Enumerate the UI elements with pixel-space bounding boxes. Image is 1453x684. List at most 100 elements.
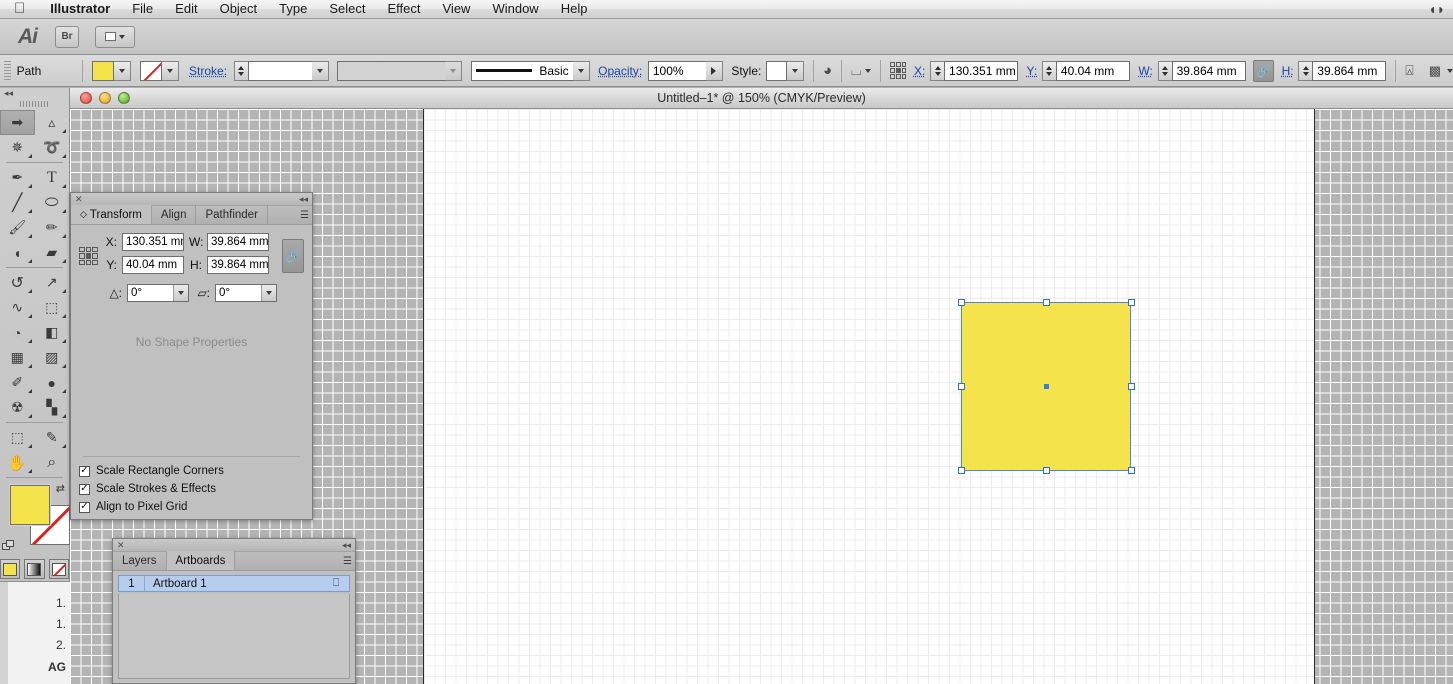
chevron-down-icon[interactable]: [261, 285, 276, 301]
option-scale-strokes-effects[interactable]: ✓ Scale Strokes & Effects: [71, 480, 312, 498]
handle-top-right[interactable]: [1128, 299, 1135, 306]
stroke-weight-label[interactable]: Stroke:: [189, 64, 227, 78]
handle-middle-right[interactable]: [1128, 383, 1135, 390]
fill-swatch[interactable]: [10, 485, 50, 525]
color-mode-button[interactable]: [0, 559, 21, 579]
tool-slice[interactable]: ✎: [35, 425, 70, 450]
handle-bottom-left[interactable]: [958, 467, 965, 474]
menu-item-edit[interactable]: Edit: [164, 0, 208, 18]
h-label[interactable]: H:: [1282, 64, 1294, 78]
graphic-style-swatch[interactable]: [766, 60, 788, 81]
fill-dropdown-button[interactable]: [114, 60, 132, 81]
graphic-style-dropdown[interactable]: [787, 60, 805, 81]
stroke-swatch-none[interactable]: [139, 60, 162, 81]
isolate-selection-icon[interactable]: ⌴: [851, 63, 861, 79]
tool-direct-selection[interactable]: ▵: [35, 110, 70, 135]
collapse-to-icons-icon[interactable]: ◂◂: [299, 194, 308, 205]
artboard-list-item[interactable]: 1 Artboard 1 ⎕: [118, 575, 350, 592]
transform-y-input[interactable]: 40.04 mm: [122, 256, 184, 274]
y-stepper[interactable]: [1041, 60, 1056, 81]
tool-perspective-grid[interactable]: ◧: [35, 320, 70, 345]
brush-dropdown[interactable]: [572, 60, 590, 81]
opacity-control[interactable]: 100%: [647, 60, 723, 81]
h-stepper[interactable]: [1298, 60, 1313, 81]
width-control[interactable]: 39.864 mm: [1157, 60, 1246, 81]
stroke-dropdown-button[interactable]: [161, 60, 179, 81]
fill-color-control[interactable]: [92, 60, 132, 81]
chevron-down-icon[interactable]: [173, 285, 188, 301]
checkbox-align-to-pixel-grid[interactable]: ✓: [79, 501, 90, 513]
menu-item-type[interactable]: Type: [268, 0, 318, 18]
tool-pencil[interactable]: ✏: [35, 215, 70, 240]
option-align-to-pixel-grid[interactable]: ✓ Align to Pixel Grid: [71, 498, 312, 516]
collapse-to-icons-icon[interactable]: ◂◂: [342, 540, 351, 551]
tool-hand[interactable]: ✋: [0, 450, 35, 475]
stroke-weight-stepper[interactable]: [233, 60, 248, 81]
checkbox-scale-strokes-effects[interactable]: ✓: [79, 483, 90, 495]
artboard-name[interactable]: Artboard 1: [145, 578, 323, 590]
opacity-label[interactable]: Opacity:: [598, 64, 642, 78]
tool-magic-wand[interactable]: ✵: [0, 135, 35, 160]
recolor-artwork-icon[interactable]: ◕: [823, 62, 832, 79]
constrain-proportions-button[interactable]: 🔗: [1253, 59, 1275, 82]
select-similar-objects-icon[interactable]: ▩: [1429, 63, 1441, 79]
tool-column-graph[interactable]: ▚: [35, 395, 70, 420]
stroke-weight-control[interactable]: [233, 60, 329, 81]
transform-w-input[interactable]: 39.864 mm: [207, 233, 269, 251]
none-mode-button[interactable]: [48, 559, 69, 579]
w-input[interactable]: 39.864 mm: [1171, 60, 1246, 81]
arrange-documents-button[interactable]: [95, 25, 135, 48]
w-label[interactable]: W:: [1138, 64, 1152, 78]
x-position-control[interactable]: 130.351 mm: [930, 60, 1019, 81]
tool-eyedropper[interactable]: ✐: [0, 370, 35, 395]
brush-preview[interactable]: Basic: [470, 60, 573, 81]
tools-grip[interactable]: [0, 98, 69, 110]
opacity-dropdown[interactable]: [705, 60, 723, 81]
handle-top-left[interactable]: [958, 299, 965, 306]
tool-type[interactable]: T: [35, 165, 70, 190]
artboard-options-icon[interactable]: ⎕: [323, 577, 349, 590]
background-document[interactable]: 1. 1. 2. AG: [0, 582, 70, 684]
default-fill-stroke-icon[interactable]: [2, 540, 15, 551]
y-input[interactable]: 40.04 mm: [1055, 60, 1130, 81]
option-scale-rectangle-corners[interactable]: ✓ Scale Rectangle Corners: [71, 462, 312, 480]
swap-fill-stroke-icon[interactable]: ⇄: [56, 482, 65, 495]
tool-free-transform[interactable]: ⬚: [35, 295, 70, 320]
tool-lasso[interactable]: ➰: [35, 135, 70, 160]
transform-shear-control[interactable]: 0°: [215, 284, 277, 302]
tool-paintbrush[interactable]: 🖌: [0, 215, 35, 240]
menu-item-window[interactable]: Window: [481, 0, 549, 18]
panel-menu-icon[interactable]: ☰: [343, 556, 352, 567]
fill-swatch[interactable]: [92, 60, 115, 81]
align-objects-icon[interactable]: ⍓: [1405, 62, 1413, 79]
close-icon[interactable]: ✕: [75, 194, 83, 205]
tab-transform[interactable]: ◇ Transform: [71, 205, 152, 224]
control-bar-grip[interactable]: [4, 60, 11, 81]
brush-definition-control[interactable]: Basic: [470, 60, 590, 81]
handle-bottom-right[interactable]: [1128, 467, 1135, 474]
tool-line-segment[interactable]: ╱: [0, 190, 35, 215]
tool-blob-brush[interactable]: ◖: [0, 240, 35, 265]
y-label[interactable]: Y:: [1027, 64, 1038, 78]
menu-item-effect[interactable]: Effect: [376, 0, 431, 18]
tab-artboards[interactable]: Artboards: [166, 551, 236, 570]
tab-layers[interactable]: Layers: [113, 551, 167, 570]
artboard-1[interactable]: [423, 109, 1315, 684]
transform-x-input[interactable]: 130.351 mm: [122, 233, 184, 251]
stroke-color-control[interactable]: [139, 60, 179, 81]
tool-ellipse[interactable]: ⬭: [35, 190, 70, 215]
gradient-mode-button[interactable]: [24, 559, 45, 579]
x-stepper[interactable]: [930, 60, 945, 81]
tab-pathfinder[interactable]: Pathfinder: [196, 205, 268, 224]
menu-item-help[interactable]: Help: [550, 0, 599, 18]
tool-artboard[interactable]: ⬚: [0, 425, 35, 450]
tools-collapse-button[interactable]: ◂◂: [0, 88, 69, 98]
launch-bridge-button[interactable]: Br: [55, 25, 79, 48]
tool-symbol-sprayer[interactable]: ☢: [0, 395, 35, 420]
height-control[interactable]: 39.864 mm: [1298, 60, 1387, 81]
tool-eraser[interactable]: ▰: [35, 240, 70, 265]
tool-pen[interactable]: ✒: [0, 165, 35, 190]
h-input[interactable]: 39.864 mm: [1312, 60, 1387, 81]
tab-align[interactable]: Align: [152, 205, 197, 224]
menu-item-file[interactable]: File: [121, 0, 164, 18]
